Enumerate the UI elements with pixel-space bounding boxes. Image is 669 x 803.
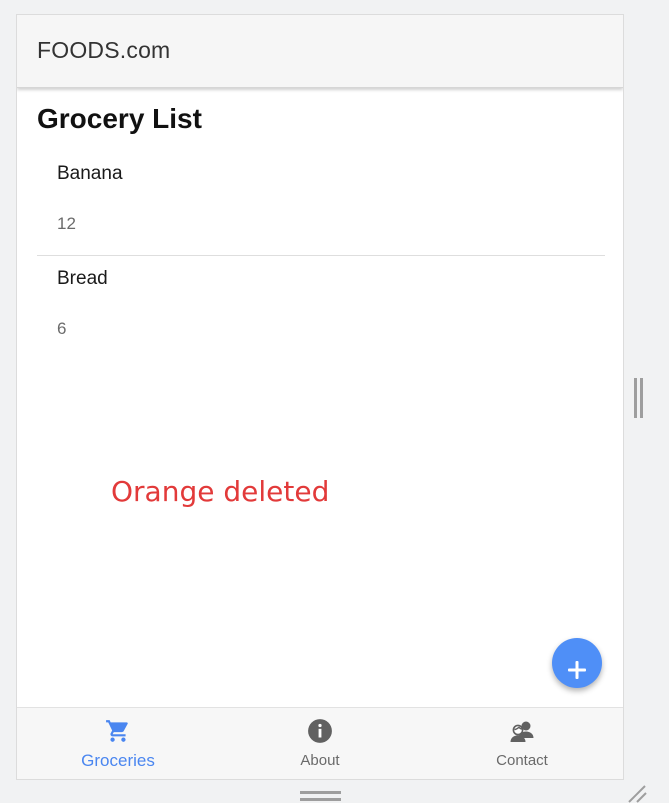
page-title: Grocery List	[37, 103, 202, 134]
app-title: FOODS.com	[37, 37, 171, 63]
nav-item-about[interactable]: About	[219, 708, 421, 779]
item-name: Bread	[57, 268, 108, 289]
info-icon	[308, 719, 332, 743]
horizontal-resize-handle[interactable]	[300, 791, 341, 801]
item-quantity: 12	[57, 214, 76, 233]
plus-icon	[568, 660, 586, 679]
add-item-button[interactable]	[552, 638, 602, 688]
app-bar: FOODS.com	[17, 15, 623, 88]
nav-label: About	[300, 752, 340, 769]
grocery-list: Banana 12 Bread 6	[37, 151, 605, 359]
list-item[interactable]: Bread 6	[37, 255, 605, 359]
contacts-icon	[510, 721, 534, 742]
app-window: FOODS.com Grocery List Banana 12 Bread 6…	[16, 14, 624, 780]
item-name: Banana	[57, 163, 123, 184]
item-quantity: 6	[57, 319, 67, 338]
toast-message: Orange deleted	[111, 475, 330, 508]
nav-label: Contact	[496, 752, 548, 769]
resize-grip-icon[interactable]	[627, 785, 647, 803]
bottom-nav: Groceries About Contact	[17, 707, 623, 779]
nav-item-groceries[interactable]: Groceries	[17, 708, 219, 779]
shopping-cart-icon	[106, 720, 128, 742]
nav-item-contact[interactable]: Contact	[421, 708, 623, 779]
list-item[interactable]: Banana 12	[37, 151, 605, 255]
vertical-resize-handle[interactable]	[634, 378, 643, 418]
nav-label: Groceries	[81, 751, 155, 770]
